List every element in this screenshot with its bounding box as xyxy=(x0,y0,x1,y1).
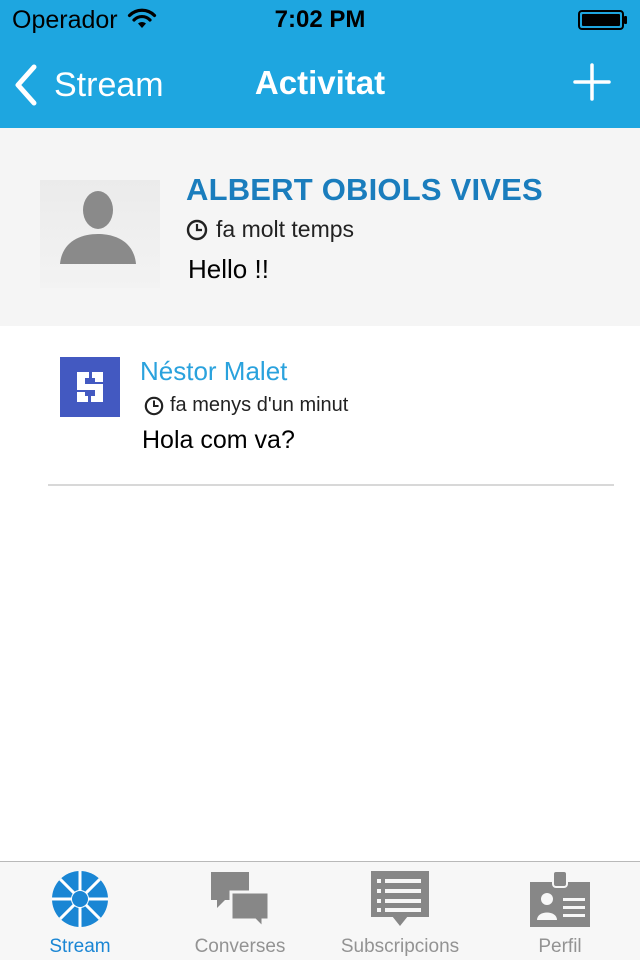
plus-icon[interactable] xyxy=(572,62,612,102)
clock-icon xyxy=(186,219,208,240)
main-post-body: Hello !! xyxy=(188,254,269,284)
tab-perfil-label: Perfil xyxy=(538,936,582,957)
tab-converses-label: Converses xyxy=(194,936,286,957)
status-bar: Operador 7:02 PM xyxy=(0,0,640,40)
main-post-time: fa molt temps xyxy=(186,216,354,243)
tab-subscripcions[interactable]: Subscripcions xyxy=(320,862,480,960)
clock-icon xyxy=(144,396,164,415)
tab-stream[interactable]: Stream xyxy=(0,862,160,960)
battery-icon xyxy=(578,10,627,30)
stream-wheel-icon xyxy=(52,871,108,927)
reply-time: fa menys d'un minut xyxy=(144,394,348,417)
profile-card-icon xyxy=(530,870,590,927)
main-post-author[interactable]: ALBERT OBIOLS VIVES xyxy=(186,172,543,208)
list-item[interactable]: Néstor Malet fa menys d'un minut Hola co… xyxy=(48,326,614,486)
chat-bubbles-icon xyxy=(211,872,271,930)
reply-body: Hola com va? xyxy=(142,426,295,454)
main-post: ALBERT OBIOLS VIVES fa molt temps Hello … xyxy=(0,128,640,326)
tab-perfil[interactable]: Perfil xyxy=(480,862,640,960)
top-bar: Operador 7:02 PM Stream Activitat xyxy=(0,0,640,128)
tab-subscripcions-label: Subscripcions xyxy=(340,936,460,957)
page-title: Activitat xyxy=(254,64,386,101)
subscriptions-list-icon xyxy=(371,871,429,926)
status-time: 7:02 PM xyxy=(274,6,366,33)
main-post-time-text: fa molt temps xyxy=(216,216,355,242)
reply-time-text: fa menys d'un minut xyxy=(170,394,349,416)
reply-author[interactable]: Néstor Malet xyxy=(140,356,287,387)
s-logo-icon[interactable] xyxy=(60,357,120,417)
default-user-silhouette-icon[interactable] xyxy=(40,180,160,288)
tab-converses[interactable]: Converses xyxy=(160,862,320,960)
tab-bar: Stream Converses Subscripcions Perfil xyxy=(0,861,640,960)
tab-stream-label: Stream xyxy=(49,936,111,957)
